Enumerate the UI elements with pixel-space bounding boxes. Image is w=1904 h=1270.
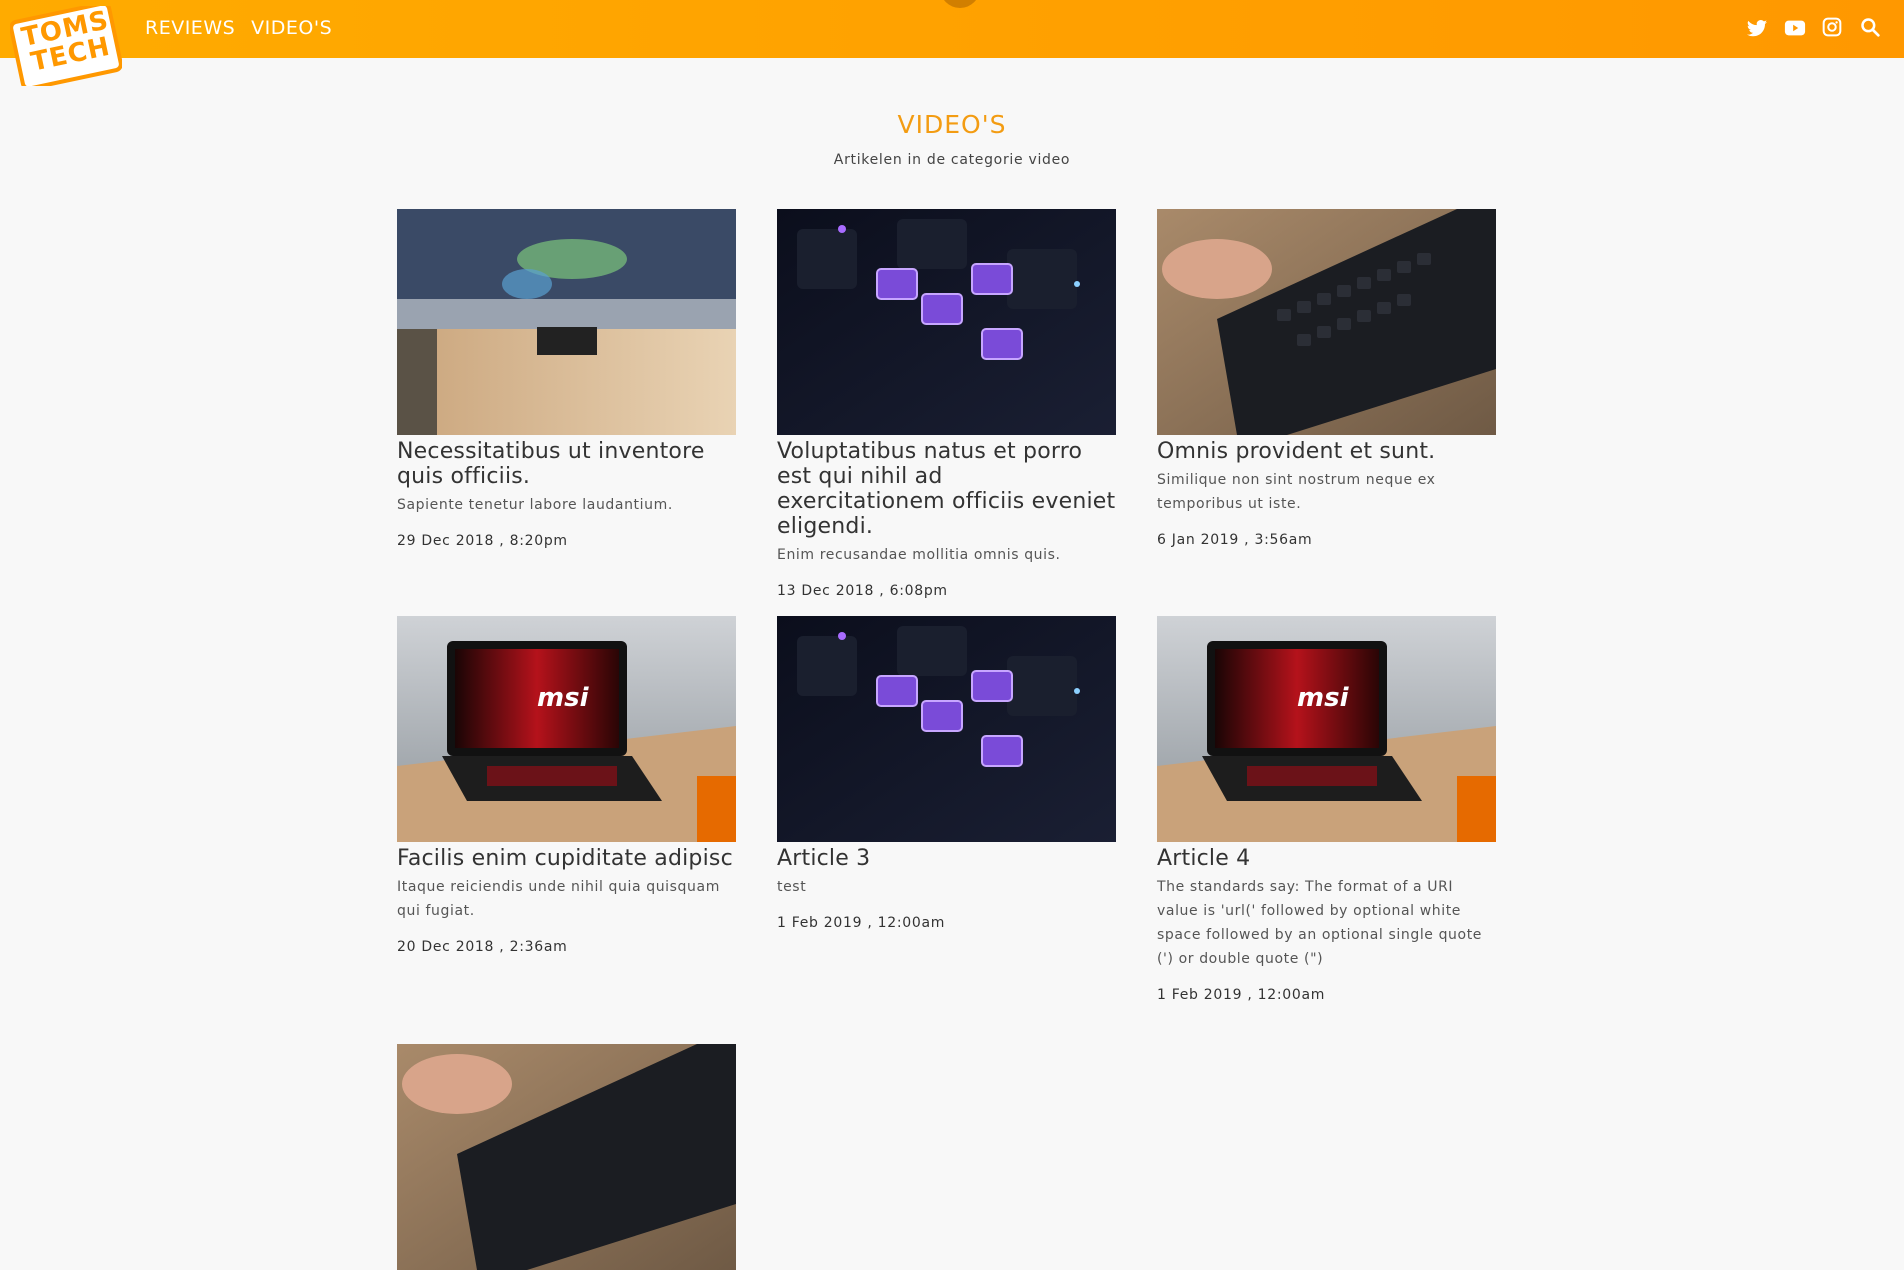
site-logo[interactable]: TOMS TECH [9, 1, 123, 91]
article-date: 20 Dec 2018 , 2:36am [397, 939, 568, 955]
youtube-icon[interactable] [1784, 17, 1806, 39]
article-date: 13 Dec 2018 , 6:08pm [777, 583, 948, 599]
article-card[interactable]: msi Facilis enim cupiditate adipisc Itaq… [397, 616, 736, 955]
article-card[interactable]: Necessitatibus ut inventore quis officii… [397, 209, 736, 549]
nav-item-videos[interactable]: VIDEO'S [251, 17, 332, 39]
article-card[interactable]: msi Article 4 The standards say: The for… [1157, 616, 1496, 1003]
article-date: 1 Feb 2019 , 12:00am [777, 915, 946, 931]
article-image-laptop[interactable]: msi [1157, 616, 1496, 842]
article-image-switches[interactable] [777, 616, 1116, 842]
article-title[interactable]: Article 4 [1157, 846, 1496, 871]
search-icon[interactable] [1860, 17, 1882, 39]
scroll-indicator [940, 0, 980, 8]
article-image-switches[interactable] [777, 209, 1116, 435]
social-links [1746, 17, 1882, 39]
article-excerpt: Similique non sint nostrum neque ex temp… [1157, 472, 1436, 512]
laptop-brand: msi [537, 683, 590, 713]
nav-item-reviews[interactable]: REVIEWS [145, 17, 235, 39]
article-excerpt: Enim recusandae mollitia omnis quis. [777, 547, 1061, 563]
page-title: VIDEO'S [897, 110, 1007, 139]
main-nav: REVIEWS VIDEO'S [145, 17, 332, 39]
laptop-brand: msi [1297, 683, 1350, 713]
article-title[interactable]: Article 3 [777, 846, 1116, 871]
article-image-laptop[interactable]: msi [397, 616, 736, 842]
article-card[interactable]: Omnis provident et sunt. Similique non s… [1157, 209, 1496, 548]
page-subtitle: Artikelen in de categorie video [833, 152, 1071, 168]
article-excerpt: The standards say: The format of a URI v… [1157, 879, 1482, 967]
article-title[interactable]: Facilis enim cupiditate adipisc [397, 846, 736, 871]
article-title[interactable]: Necessitatibus ut inventore quis officii… [397, 439, 736, 489]
article-date: 6 Jan 2019 , 3:56am [1157, 532, 1313, 548]
article-card[interactable]: Voluptatibus natus et porro est qui nihi… [777, 209, 1116, 599]
article-image-keyboard[interactable] [1157, 209, 1496, 435]
article-card[interactable]: Article 3 test 1 Feb 2019 , 12:00am [777, 616, 1116, 931]
article-card[interactable] [397, 1044, 736, 1270]
article-excerpt: Sapiente tenetur labore laudantium. [397, 497, 673, 513]
article-title[interactable]: Voluptatibus natus et porro est qui nihi… [777, 439, 1116, 539]
top-navbar: TOMS TECH REVIEWS VIDEO'S [0, 0, 1904, 91]
article-date: 29 Dec 2018 , 8:20pm [397, 533, 568, 549]
article-title[interactable]: Omnis provident et sunt. [1157, 439, 1496, 464]
article-excerpt: test [777, 879, 807, 895]
article-date: 1 Feb 2019 , 12:00am [1157, 987, 1326, 1003]
article-image-monitor[interactable] [397, 209, 736, 435]
instagram-icon[interactable] [1822, 17, 1844, 39]
article-excerpt: Itaque reiciendis unde nihil quia quisqu… [397, 879, 720, 919]
article-image-keyboard[interactable] [397, 1044, 736, 1270]
twitter-icon[interactable] [1746, 17, 1768, 39]
